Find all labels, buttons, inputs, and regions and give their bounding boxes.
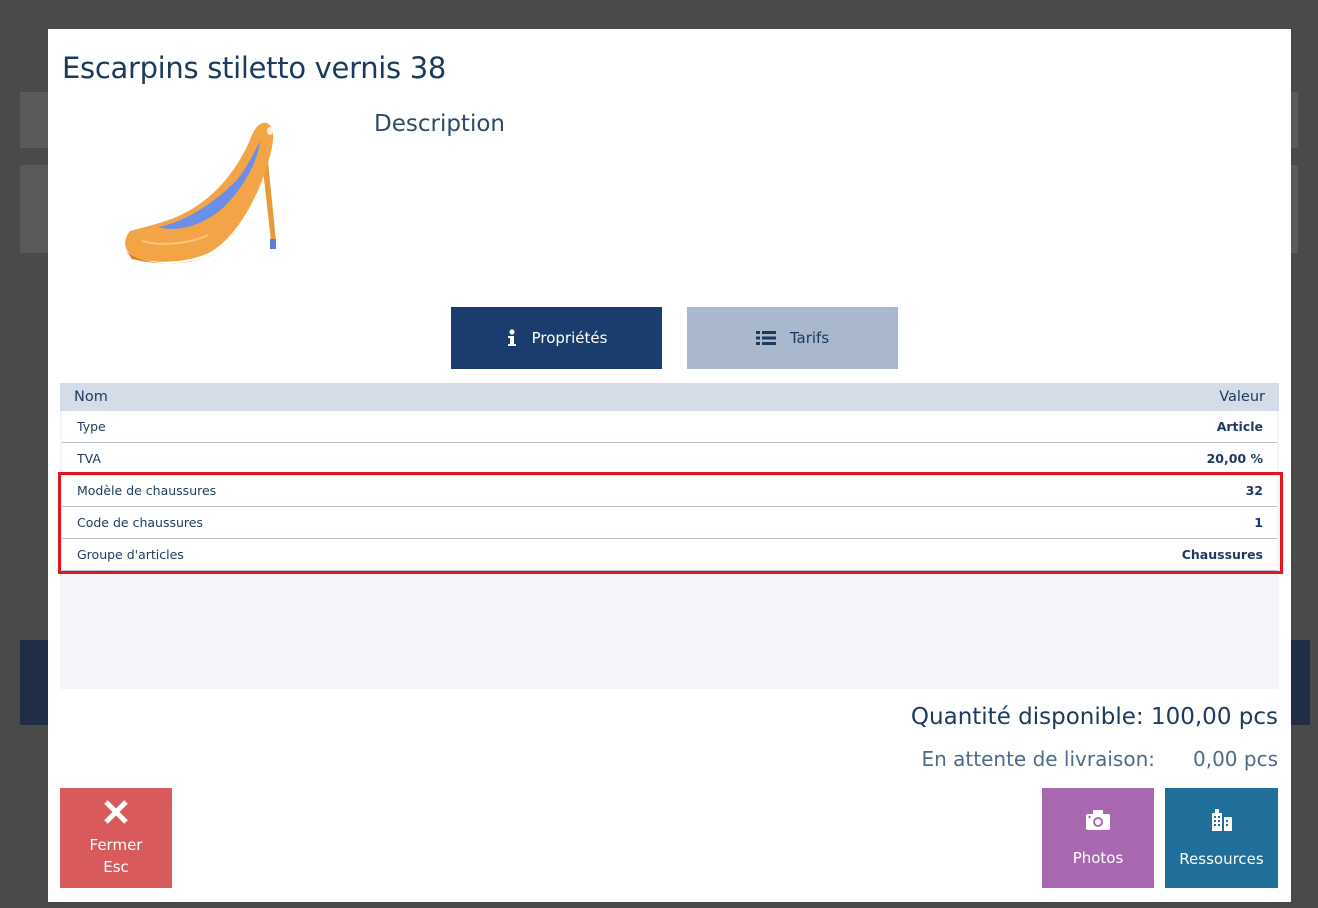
pending-delivery-label: En attente de livraison:: [921, 747, 1155, 771]
tab-tarifs-label: Tarifs: [789, 329, 830, 347]
description-heading: Description: [374, 111, 505, 137]
property-name: TVA: [77, 451, 101, 466]
table-row: Groupe d'articles Chaussures: [62, 539, 1277, 571]
product-details-modal: Escarpins stiletto vernis 38 Description…: [48, 29, 1291, 902]
background-block-left: [20, 640, 50, 725]
table-row: Code de chaussures 1: [62, 507, 1277, 539]
high-heel-shoe-icon: [125, 122, 276, 264]
property-value: Chaussures: [1181, 547, 1263, 562]
resources-button[interactable]: Ressources: [1165, 788, 1278, 888]
property-value: 20,00 %: [1206, 451, 1263, 466]
pending-delivery: En attente de livraison: 0,00 pcs: [921, 747, 1278, 771]
column-header-value: Valeur: [1219, 389, 1265, 405]
photos-button[interactable]: Photos: [1042, 788, 1154, 888]
info-icon: [506, 329, 518, 347]
property-value: Article: [1216, 419, 1263, 434]
pending-delivery-value: 0,00 pcs: [1193, 747, 1278, 771]
close-button[interactable]: Fermer Esc: [60, 788, 172, 888]
camera-icon: [1085, 809, 1111, 835]
property-name: Groupe d'articles: [77, 547, 184, 562]
resources-button-label: Ressources: [1179, 850, 1264, 868]
property-value: 32: [1245, 483, 1263, 498]
property-name: Type: [77, 419, 106, 434]
column-header-name: Nom: [74, 389, 108, 405]
property-name: Modèle de chaussures: [77, 483, 217, 498]
property-value: 1: [1254, 515, 1263, 530]
available-quantity: Quantité disponible: 100,00 pcs: [910, 704, 1278, 730]
buildings-icon: [1211, 808, 1233, 836]
close-button-label: Fermer: [89, 836, 143, 854]
table-row: Modèle de chaussures 32: [62, 475, 1277, 507]
product-title: Escarpins stiletto vernis 38: [62, 51, 447, 85]
tab-proprietes-label: Propriétés: [531, 329, 608, 347]
properties-table: Nom Valeur Type Article TVA 20,00 % Modè…: [60, 383, 1279, 689]
tab-proprietes[interactable]: Propriétés: [451, 307, 662, 369]
property-name: Code de chaussures: [77, 515, 203, 530]
table-row: Type Article: [62, 411, 1277, 443]
product-image: [112, 101, 292, 291]
background-block-right: [1290, 640, 1310, 725]
close-button-shortcut: Esc: [103, 858, 129, 876]
table-header: Nom Valeur: [60, 383, 1279, 411]
list-icon: [755, 330, 776, 346]
close-icon: [103, 799, 129, 829]
tab-tarifs[interactable]: Tarifs: [687, 307, 898, 369]
photos-button-label: Photos: [1072, 849, 1124, 867]
table-row: TVA 20,00 %: [62, 443, 1277, 475]
